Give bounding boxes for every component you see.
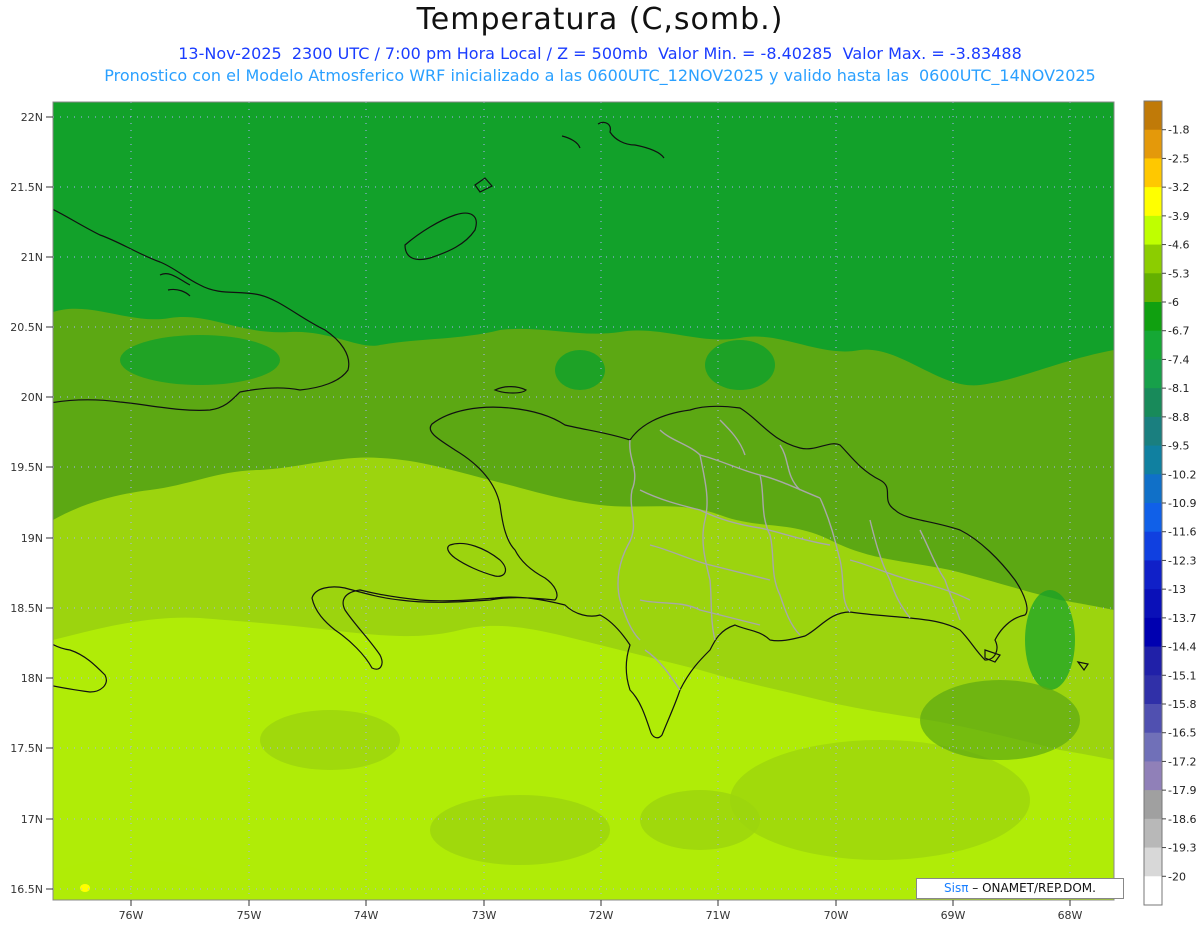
colorbar-label: -6.7 [1168,325,1189,338]
lon-axis: 76W 75W 74W 73W 72W 71W 70W 69W 68W [119,900,1083,922]
colorbar-label: -9.5 [1168,440,1189,453]
colorbar-segment [1144,302,1162,332]
colorbar-label: -7.4 [1168,353,1189,366]
sispi-logo: Sisπ [944,881,969,895]
lat-label: 19N [21,532,43,545]
colorbar-segment [1144,732,1162,762]
lat-label: 19.5N [10,461,43,474]
lon-label: 76W [119,909,144,922]
colorbar-label: -8.1 [1168,382,1189,395]
lat-label: 20N [21,391,43,404]
colorbar-segment [1144,215,1162,246]
lon-label: 72W [589,909,614,922]
lon-label: 68W [1058,909,1083,922]
colorbar-segment [1144,761,1162,791]
lat-label: 16.5N [10,883,43,896]
colorbar-segment [1144,445,1162,475]
temperature-field [53,102,1114,900]
colorbar-label: -14.4 [1168,641,1196,654]
colorbar-segment [1144,847,1162,877]
colorbar-label: -13 [1168,583,1186,596]
lat-label: 17N [21,813,43,826]
lon-label: 74W [354,909,379,922]
colorbar-label: -2.5 [1168,152,1189,165]
colorbar-segment [1144,474,1162,504]
credit-box: Sisπ – ONAMET/REP.DOM. [916,878,1124,899]
lon-label: 70W [824,909,849,922]
colorbar-segment [1144,388,1162,418]
colorbar-label: -6 [1168,296,1179,309]
lat-axis: 22N 21.5N 21N 20.5N 20N 19.5N 19N 18.5N … [10,111,53,896]
lon-ticks [130,900,1071,906]
colorbar-segment [1144,503,1162,533]
lat-label: 18.5N [10,602,43,615]
colorbar-label: -3.2 [1168,181,1189,194]
colorbar-label: -15.8 [1168,698,1196,711]
colorbar-segment [1144,617,1162,648]
colorbar-segment [1144,646,1162,676]
colorbar-segment [1144,790,1162,820]
colorbar-label: -20 [1168,870,1186,883]
colorbar-label: -4.6 [1168,239,1189,252]
colorbar-label: -1.8 [1168,124,1189,137]
colorbar-label: -16.5 [1168,727,1196,740]
lon-label: 69W [941,909,966,922]
colorbar-segment [1144,359,1162,389]
colorbar-segment [1144,330,1162,360]
lat-label: 21.5N [10,181,43,194]
colorbar-label: -3.9 [1168,210,1189,223]
colorbar-label: -11.6 [1168,526,1196,539]
lat-ticks [46,116,53,890]
colorbar-label: -17.9 [1168,784,1196,797]
lat-label: 17.5N [10,742,43,755]
colorbar-label: -17.2 [1168,755,1196,768]
colorbar-segment [1144,876,1162,906]
colorbar-label: -15.1 [1168,669,1196,682]
colorbar-segment [1144,704,1162,734]
colorbar-segment [1144,158,1162,188]
colorbar-segment [1144,273,1162,303]
lat-label: 22N [21,111,43,124]
colorbar-segment [1144,818,1162,849]
lat-label: 20.5N [10,321,43,334]
temperature-map: 22N 21.5N 21N 20.5N 20N 19.5N 19N 18.5N … [10,100,1196,922]
colorbar-segment [1144,129,1162,159]
colorbar-label: -5.3 [1168,267,1189,280]
colorbar-label: -12.3 [1168,554,1196,567]
colorbar-segment [1144,560,1162,590]
colorbar-label: -8.8 [1168,411,1189,424]
lat-label: 18N [21,672,43,685]
colorbar-segment [1144,416,1162,447]
lon-label: 71W [706,909,731,922]
lon-label: 73W [472,909,497,922]
colorbar-label: -10.9 [1168,497,1196,510]
colorbar-segment [1144,187,1162,217]
colorbar-label: -10.2 [1168,468,1196,481]
colorbar: -1.8 -2.5 -3.2 -3.9 -4.6 -5.3 -6 -6.7 -7.4 -8.1 -8… [1143,100,1196,906]
colorbar-segment [1144,101,1162,131]
colorbar-segment [1144,244,1162,274]
lat-label: 21N [21,251,43,264]
colorbar-label: -18.6 [1168,813,1196,826]
lon-label: 75W [237,909,262,922]
colorbar-label: -19.3 [1168,842,1196,855]
colorbar-label: -13.7 [1168,612,1196,625]
map-frame [52,101,1115,901]
colorbar-segment [1144,589,1162,619]
colorbar-segment [1144,675,1162,705]
colorbar-segment [1144,531,1162,561]
credit-text: – ONAMET/REP.DOM. [972,881,1096,895]
